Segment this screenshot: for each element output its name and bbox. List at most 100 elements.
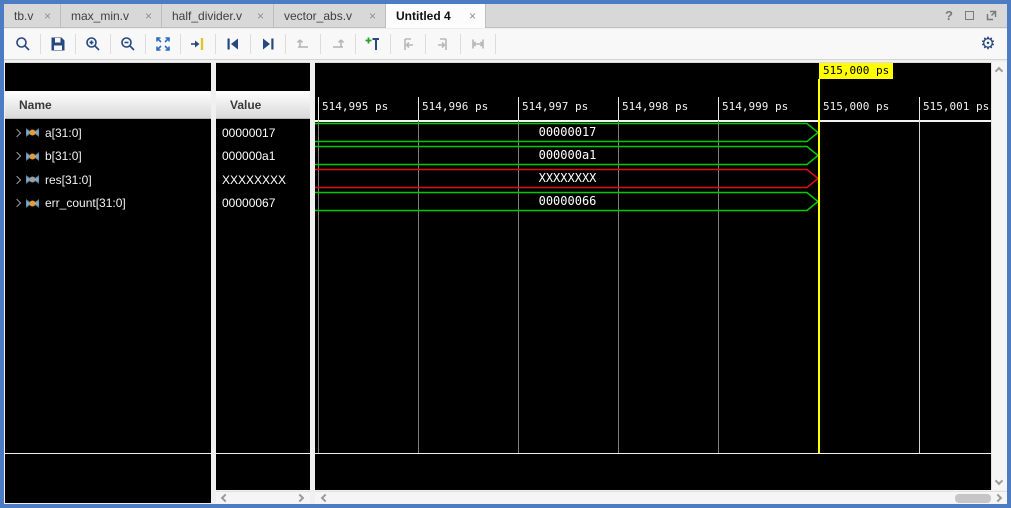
tab-label: half_divider.v [172,9,242,23]
next-transition-icon[interactable] [255,32,281,56]
bus-value-label: 00000066 [315,191,820,212]
toolbar-separator [460,34,461,54]
signal-name: a[31:0] [45,126,82,140]
axis-tick [718,97,719,121]
signal-name: res[31:0] [45,173,92,187]
scroll-left-icon[interactable] [221,494,229,502]
zoom-in-icon[interactable] [80,32,106,56]
expand-chevron-icon[interactable] [13,199,21,207]
signal-name-row[interactable]: err_count[31:0] [5,192,211,215]
maximize-icon[interactable] [965,11,974,20]
axis-tick [618,97,619,121]
toolbar-separator [250,34,251,54]
settings-gear-icon[interactable]: ⚙ [975,32,1001,56]
zoom-out-icon[interactable] [115,32,141,56]
toolbar-separator [320,34,321,54]
signal-value-row[interactable]: 000000a1 [216,145,310,168]
signal-value-row[interactable]: XXXXXXXX [216,168,310,191]
toolbar-separator [180,34,181,54]
signal-name: err_count[31:0] [45,196,126,210]
swap-cursors-icon[interactable] [290,32,316,56]
previous-marker-icon[interactable] [395,32,421,56]
bus-value-label: XXXXXXXX [315,168,820,189]
toolbar-separator [145,34,146,54]
tab-close-icon[interactable]: × [363,9,376,23]
scroll-right-icon[interactable] [994,494,1002,502]
tab-close-icon[interactable]: × [38,9,51,23]
bus-signal-icon [26,127,39,138]
toolbar-separator [425,34,426,54]
signal-value: 00000017 [222,126,275,140]
signal-names-panel[interactable]: Name a[31:0] b[31:0] [5,62,211,503]
axis-tick [518,97,519,121]
float-window-icon[interactable] [986,10,997,21]
signal-value-row[interactable]: 00000067 [216,192,310,215]
expand-chevron-icon[interactable] [13,128,21,136]
scroll-down-icon[interactable] [995,477,1003,485]
axis-tick-label: 514,996 ps [422,100,488,113]
axis-tick-label: 515,000 ps [823,100,889,113]
scroll-right-icon[interactable] [296,494,304,502]
axis-tick [919,97,920,121]
tab-close-icon[interactable]: × [463,9,476,23]
value-column-header[interactable]: Value [216,91,310,119]
bus-value-label: 000000a1 [315,145,820,166]
find-icon[interactable] [10,32,36,56]
wave-window: tb.v × max_min.v × half_divider.v × vect… [0,0,1011,508]
swap-cursors-2-icon[interactable] [325,32,351,56]
toolbar-separator [355,34,356,54]
tab-close-icon[interactable]: × [139,9,152,23]
scroll-left-icon[interactable] [321,494,329,502]
previous-transition-icon[interactable] [220,32,246,56]
value-horizontal-scrollbar[interactable] [216,491,310,504]
add-marker-icon[interactable] [360,32,386,56]
vertical-scrollbar[interactable] [991,62,1007,490]
axis-tick [318,97,319,121]
tab-close-icon[interactable]: × [251,9,264,23]
toolbar-separator [40,34,41,54]
editor-tab[interactable]: Untitled 4 × [386,4,486,28]
axis-tick-label: 514,997 ps [522,100,588,113]
axis-tick-label: 514,995 ps [322,100,388,113]
tab-label: vector_abs.v [284,9,352,23]
span-markers-icon[interactable] [465,32,491,56]
go-to-time-cursor-icon[interactable] [185,32,211,56]
expand-chevron-icon[interactable] [13,152,21,160]
editor-tab[interactable]: vector_abs.v × [274,4,386,28]
axis-tick-label: 514,999 ps [722,100,788,113]
panel-divider-line [216,453,310,454]
waveform-canvas[interactable]: 515,000 ps 514,995 ps 514,996 ps 514,997… [315,62,991,490]
next-marker-icon[interactable] [430,32,456,56]
axis-tick-label: 515,001 ps [923,100,989,113]
signal-value: 00000067 [222,196,275,210]
expand-chevron-icon[interactable] [13,175,21,183]
scrollbar-thumb[interactable] [955,494,991,503]
help-icon[interactable]: ? [945,8,953,23]
save-wave-config-icon[interactable] [45,32,71,56]
zoom-fit-icon[interactable] [150,32,176,56]
time-cursor-line[interactable] [818,79,820,453]
waveform-bus: 000000a1 [315,145,820,166]
editor-tab[interactable]: tb.v × [4,4,61,28]
signal-name-row[interactable]: a[31:0] [5,121,211,144]
wave-bottom-line [315,453,991,454]
wave-horizontal-scrollbar[interactable] [315,491,1007,504]
wave-toolbar: ⚙ [4,29,1007,60]
signal-value: XXXXXXXX [222,173,286,187]
wave-gridline [919,121,920,453]
cursor-time-flag[interactable]: 515,000 ps [819,63,893,79]
toolbar-separator [390,34,391,54]
name-column-header[interactable]: Name [5,91,211,119]
panel-divider-line [5,453,211,454]
signal-values-panel[interactable]: Value 00000017 000000a1 XXXXXXXX 0000006… [216,62,310,490]
scroll-up-icon[interactable] [995,67,1003,75]
editor-tab[interactable]: max_min.v × [61,4,162,28]
signal-value-row[interactable]: 00000017 [216,121,310,144]
signal-name-row[interactable]: res[31:0] [5,168,211,191]
editor-tab[interactable]: half_divider.v × [162,4,274,28]
signal-name-row[interactable]: b[31:0] [5,145,211,168]
tab-label: tb.v [14,9,33,23]
waveform-bus: 00000017 [315,122,820,143]
toolbar-separator [215,34,216,54]
toolbar-separator [110,34,111,54]
